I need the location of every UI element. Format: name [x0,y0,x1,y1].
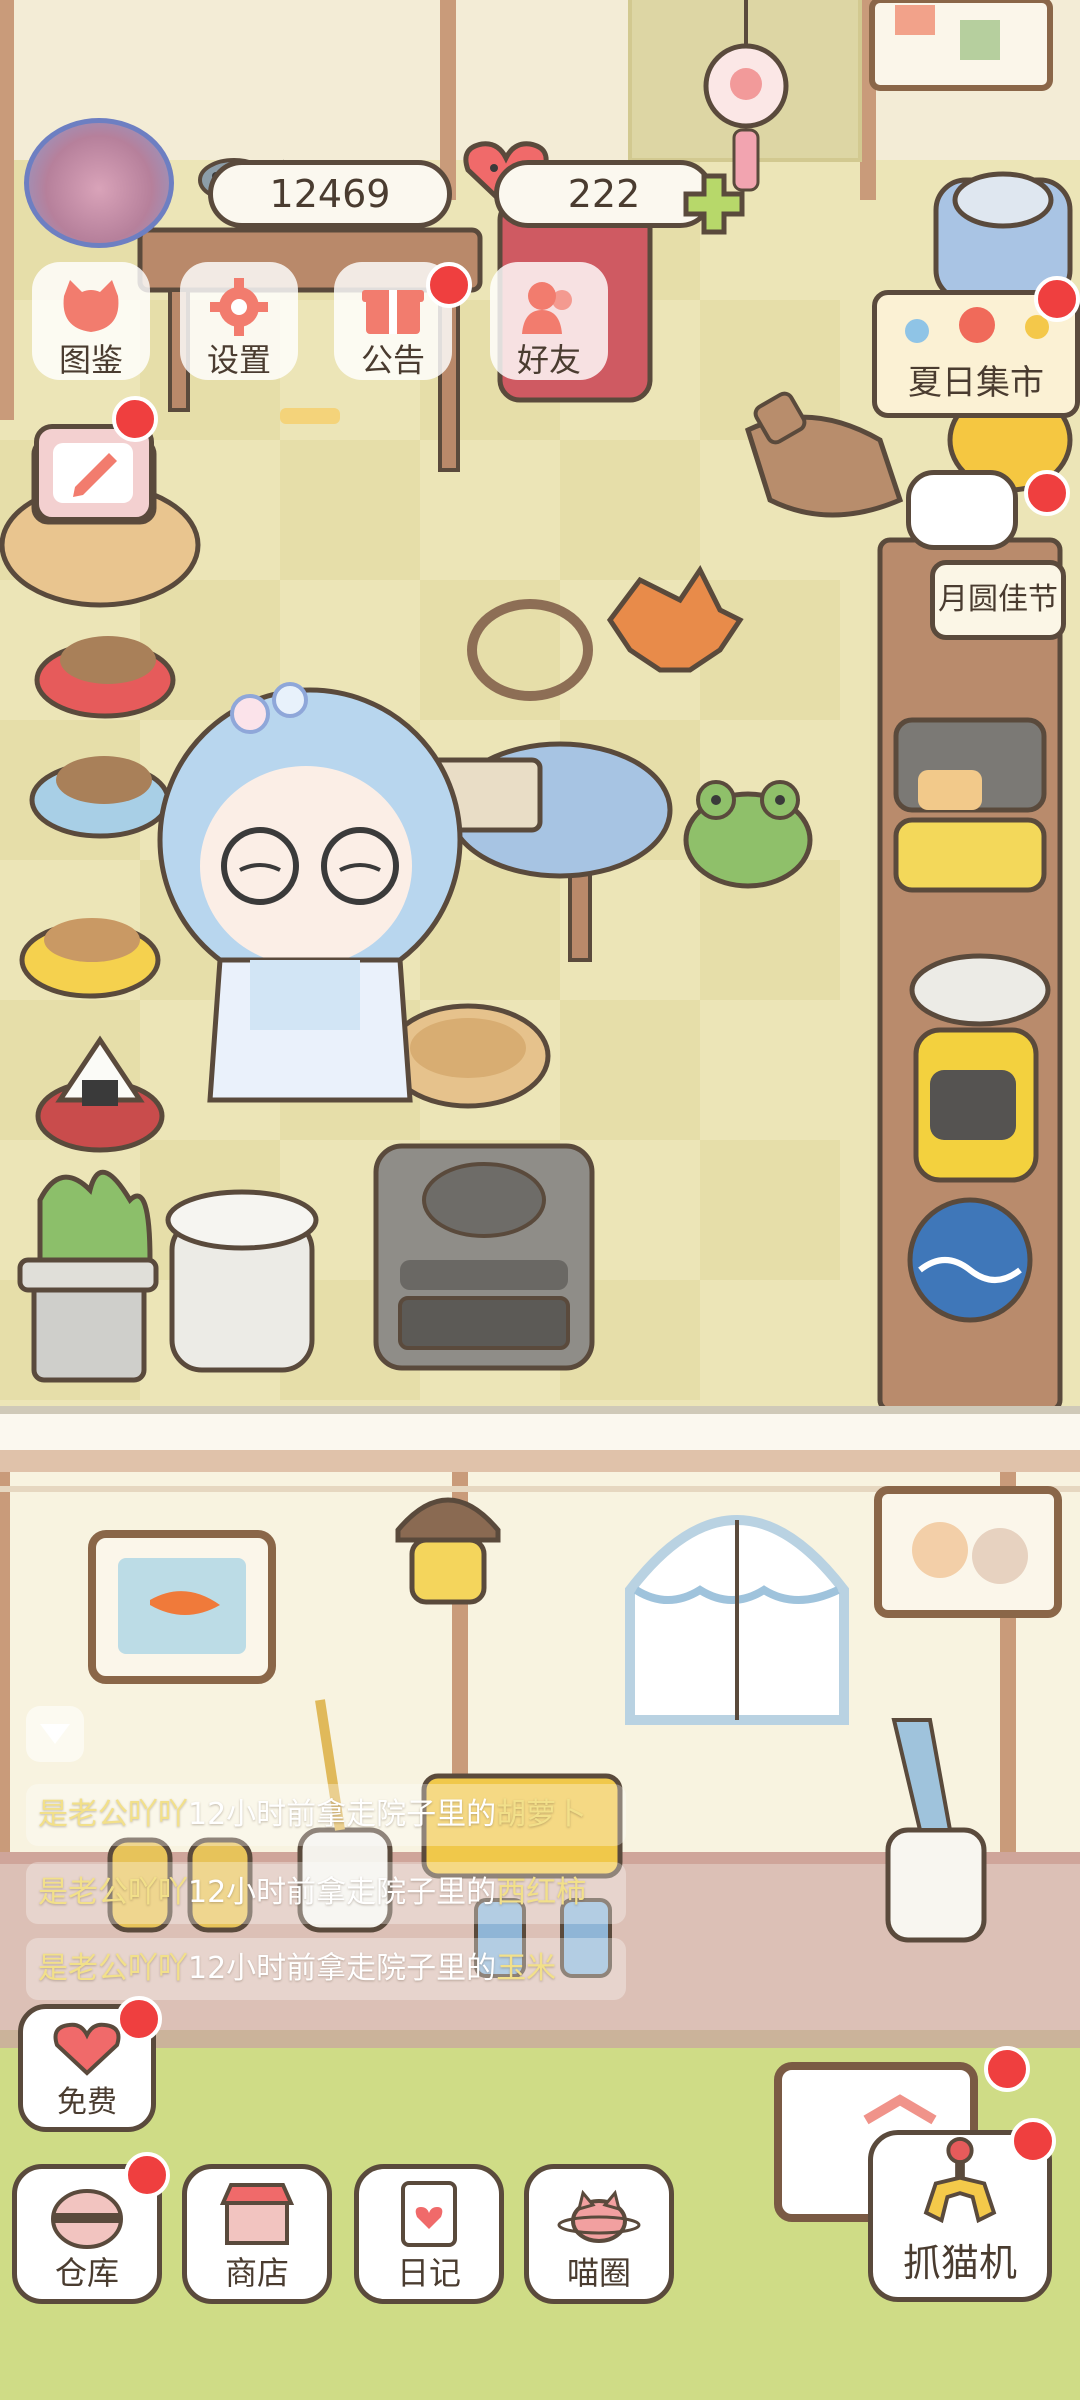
shop-button[interactable]: 商店 [182,2164,332,2304]
heart-icon [53,2022,121,2076]
menu-handbook-label: 图鉴 [58,341,123,379]
right-shelf [877,537,1063,1413]
menu-settings-button[interactable]: 设置 [180,262,298,380]
family-photo [874,1486,1062,1618]
shop-icon [219,2183,295,2245]
log-item: 胡萝卜 [496,1797,587,1832]
activity-log-line: 是老公吖吖12小时前拿走院子里的西红柿 [26,1862,626,1924]
frog-plush[interactable] [683,780,813,889]
gift-icon [362,290,424,334]
log-text: 12小时前拿走院子里的 [188,1875,497,1910]
warehouse-icon [51,2189,123,2249]
activity-log-line: 是老公吖吖12小时前拿走院子里的胡萝卜 [26,1784,626,1846]
menu-settings-label: 设置 [206,341,271,379]
potted-plant[interactable] [17,1169,159,1383]
log-user[interactable]: 是老公吖吖 [38,1875,188,1910]
free-badge [116,1996,162,2042]
claw-icon [923,2136,997,2224]
chat-bubble-icon [40,1724,70,1744]
log-item: 西红柿 [496,1875,587,1910]
menu-friends-label: 好友 [516,341,581,379]
add-hearts-icon[interactable] [680,170,748,238]
announcement-badge [426,262,472,308]
bunny-icon[interactable] [906,470,1018,550]
friends-icon [522,282,572,334]
shop-label: 商店 [224,2254,289,2292]
menu-announcement-label: 公告 [360,341,425,379]
cat-circle-button[interactable]: 喵圈 [524,2164,674,2304]
menu-friends-button[interactable]: 好友 [490,262,608,380]
pencil-icon [53,443,133,503]
summer-market-badge [1034,276,1080,322]
player-avatar[interactable] [24,118,174,248]
air-fryer[interactable] [373,1143,595,1371]
log-user[interactable]: 是老公吖吖 [38,1797,188,1832]
menu-handbook-button[interactable]: 图鉴 [32,262,150,380]
log-user[interactable]: 是老公吖吖 [38,1951,188,1986]
log-text: 12小时前拿走院子里的 [188,1951,497,1986]
chat-toggle-button[interactable] [26,1706,84,1762]
log-text: 12小时前拿走院子里的 [188,1797,497,1832]
log-item: 玉米 [496,1951,557,1986]
fish-coin-counter[interactable]: 12469 [208,160,452,228]
cat-planet-icon [557,2189,641,2243]
mid-autumn-badge [1024,470,1070,516]
free-label: 免费 [57,2085,117,2120]
summer-market-label: 夏日集市 [908,363,1044,403]
warehouse-label: 仓库 [54,2254,119,2292]
notes-badge [112,396,158,442]
activity-log-line: 是老公吖吖12小时前拿走院子里的玉米 [26,1938,626,2000]
diary-icon [401,2181,457,2247]
claw-machine-label: 抓猫机 [902,2241,1017,2285]
umbrella-stand[interactable] [885,1827,987,1943]
cat-face-icon [63,280,119,332]
mid-autumn-event[interactable]: 月圆佳节 [930,560,1066,640]
diary-button[interactable]: 日记 [354,2164,504,2304]
diary-label: 日记 [396,2254,461,2292]
gear-icon [210,278,268,336]
mailbox-badge [984,2046,1030,2092]
cat-circle-label: 喵圈 [566,2254,631,2292]
claw-machine-badge [1010,2118,1056,2164]
warehouse-badge [124,2152,170,2198]
